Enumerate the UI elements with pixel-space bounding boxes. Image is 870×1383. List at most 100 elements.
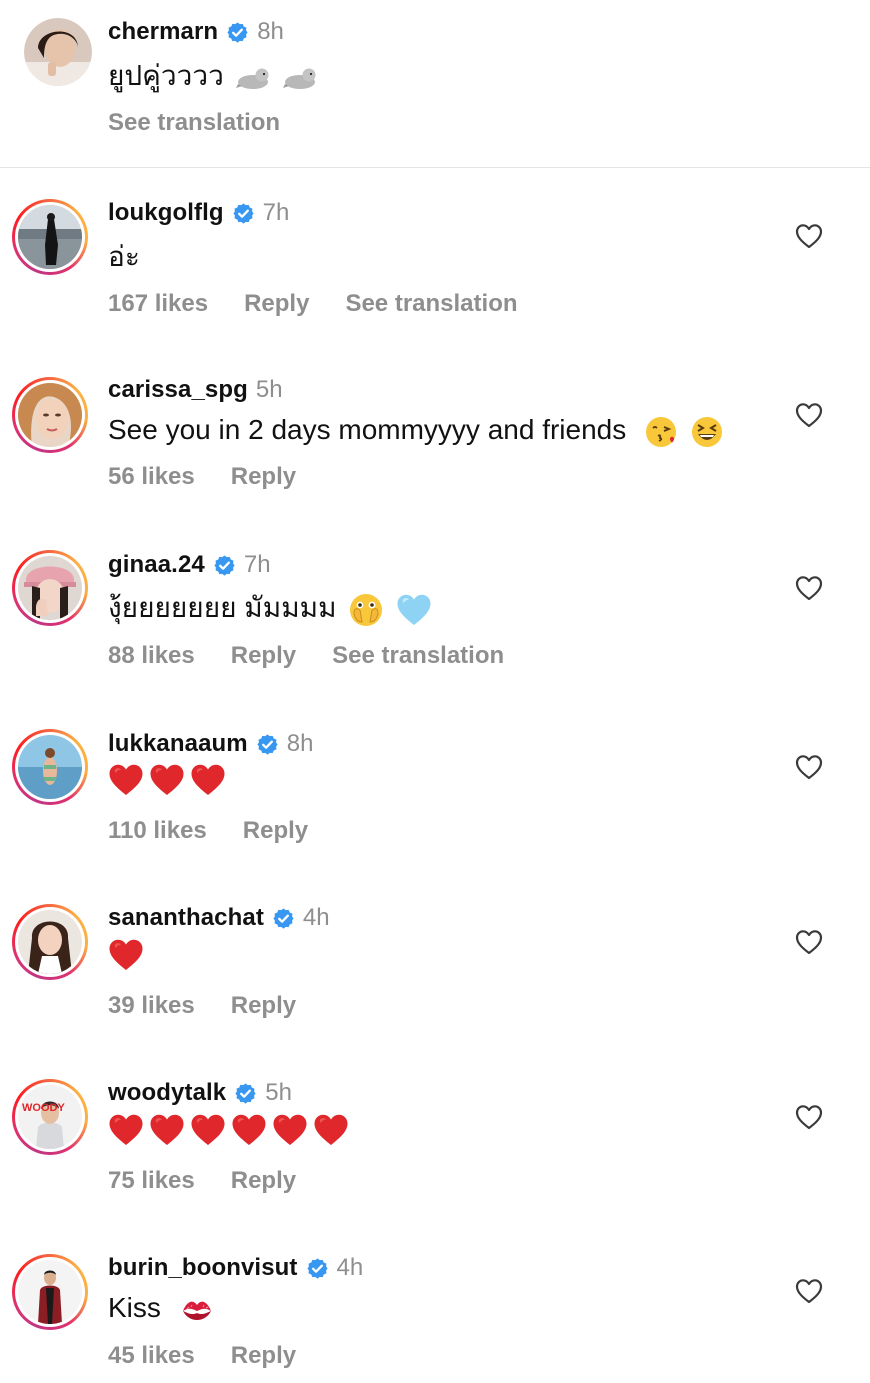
timestamp: 5h (265, 1079, 292, 1106)
comment-header: sananthachat 4h (108, 903, 330, 933)
username[interactable]: ginaa.24 (108, 551, 205, 579)
verified-badge-icon (306, 1257, 329, 1280)
comment-header: loukgolflg 7h (108, 198, 289, 228)
heart-icon[interactable] (795, 1104, 823, 1130)
comment-actions: 56 likes Reply (108, 462, 332, 492)
comment-emoji-line (108, 1113, 349, 1153)
profile-photo (18, 383, 82, 447)
seal-emoji-icon (235, 68, 269, 89)
red-heart-emoji-icon (108, 938, 144, 972)
red-heart-emoji-icon (272, 1113, 308, 1147)
comment-actions: 88 likes Reply See translation (108, 641, 540, 671)
reply-button[interactable]: Reply (231, 462, 296, 492)
comment-text: อ่ะ (108, 241, 140, 272)
username[interactable]: chermarn (108, 18, 218, 46)
comment-actions: 167 likes Reply See translation (108, 289, 554, 319)
likes-count[interactable]: 45 likes (108, 1341, 195, 1371)
avatar[interactable] (12, 199, 88, 275)
red-heart-emoji-icon (149, 763, 185, 797)
profile-photo (18, 205, 82, 269)
comment-actions: 45 likes Reply (108, 1341, 332, 1371)
avatar[interactable] (12, 377, 88, 453)
avatar[interactable] (24, 18, 92, 86)
reply-button[interactable]: Reply (231, 641, 296, 671)
likes-count[interactable]: 39 likes (108, 991, 195, 1021)
timestamp: 7h (243, 551, 271, 578)
username[interactable]: sananthachat (108, 904, 264, 932)
caption-header: chermarn 8h (108, 17, 284, 47)
timestamp: 4h (302, 904, 330, 931)
avatar[interactable] (12, 729, 88, 805)
avatar[interactable]: WOODY (12, 1079, 88, 1155)
reply-button[interactable]: Reply (244, 289, 309, 319)
reply-button[interactable]: Reply (231, 991, 296, 1021)
verified-badge-icon (213, 554, 236, 577)
comment-text-line: Kiss (108, 1288, 215, 1328)
reply-button[interactable]: Reply (243, 816, 308, 846)
heart-icon[interactable] (795, 223, 823, 249)
likes-count[interactable]: 56 likes (108, 462, 195, 492)
timestamp: 8h (257, 18, 284, 45)
comment-header: lukkanaaum 8h (108, 729, 313, 759)
grinning-squinting-face-emoji-icon (691, 416, 722, 447)
profile-photo (18, 735, 82, 799)
red-heart-emoji-icon (190, 1113, 226, 1147)
woody-logo-text: WOODY (22, 1102, 65, 1114)
caption-text: ยูปคู่วววว (108, 60, 224, 91)
comment-actions: 39 likes Reply (108, 991, 332, 1021)
see-translation-link[interactable]: See translation (345, 289, 517, 319)
red-heart-emoji-icon (313, 1113, 349, 1147)
comment-emoji-line (108, 763, 226, 803)
comment-actions: 75 likes Reply (108, 1166, 332, 1196)
username[interactable]: lukkanaaum (108, 730, 248, 758)
see-translation-link[interactable]: See translation (108, 108, 280, 138)
heart-icon[interactable] (795, 754, 823, 780)
red-heart-emoji-icon (108, 1113, 144, 1147)
heart-icon[interactable] (795, 575, 823, 601)
comment-text: งุ้ยยยยยยย มัมมมม (108, 592, 337, 623)
username[interactable]: loukgolflg (108, 199, 224, 227)
comment-text-line: See you in 2 days mommyyyy and friends (108, 410, 724, 450)
verified-badge-icon (226, 21, 249, 44)
red-heart-emoji-icon (231, 1113, 267, 1147)
light-blue-heart-emoji-icon (397, 594, 431, 625)
see-translation-link[interactable]: See translation (332, 641, 504, 671)
timestamp: 7h (262, 199, 290, 226)
likes-count[interactable]: 88 likes (108, 641, 195, 671)
verified-badge-icon (256, 733, 279, 756)
heart-icon[interactable] (795, 1278, 823, 1304)
caption-text-line: ยูปคู่วววว (108, 56, 319, 96)
caption-meta: See translation (108, 108, 316, 138)
heart-icon[interactable] (795, 929, 823, 955)
username[interactable]: woodytalk (108, 1079, 226, 1107)
heart-icon[interactable] (795, 402, 823, 428)
reply-button[interactable]: Reply (231, 1341, 296, 1371)
verified-badge-icon (234, 1082, 257, 1105)
likes-count[interactable]: 167 likes (108, 289, 208, 319)
reply-button[interactable]: Reply (231, 1166, 296, 1196)
comment-emoji-line (108, 938, 144, 978)
timestamp: 8h (286, 730, 314, 757)
red-heart-emoji-icon (108, 763, 144, 797)
red-heart-emoji-icon (149, 1113, 185, 1147)
username[interactable]: burin_boonvisut (108, 1254, 298, 1282)
face-blowing-kiss-emoji-icon (646, 416, 677, 447)
comment-actions: 110 likes Reply (108, 816, 344, 846)
avatar[interactable] (12, 904, 88, 980)
timestamp: 4h (336, 1254, 364, 1281)
avatar[interactable] (12, 550, 88, 626)
username[interactable]: carissa_spg (108, 376, 248, 404)
avatar[interactable] (12, 1254, 88, 1330)
timestamp: 5h (255, 376, 283, 403)
likes-count[interactable]: 110 likes (108, 816, 207, 846)
comment-header: carissa_spg 5h (108, 375, 283, 405)
verified-badge-icon (232, 202, 255, 225)
likes-count[interactable]: 75 likes (108, 1166, 195, 1196)
comment-header: ginaa.24 7h (108, 550, 271, 580)
verified-badge-icon (272, 907, 295, 930)
comment-header: woodytalk 5h (108, 1078, 292, 1108)
red-heart-emoji-icon (190, 763, 226, 797)
profile-photo (18, 910, 82, 974)
seal-emoji-icon (283, 68, 316, 89)
profile-photo (24, 18, 92, 86)
